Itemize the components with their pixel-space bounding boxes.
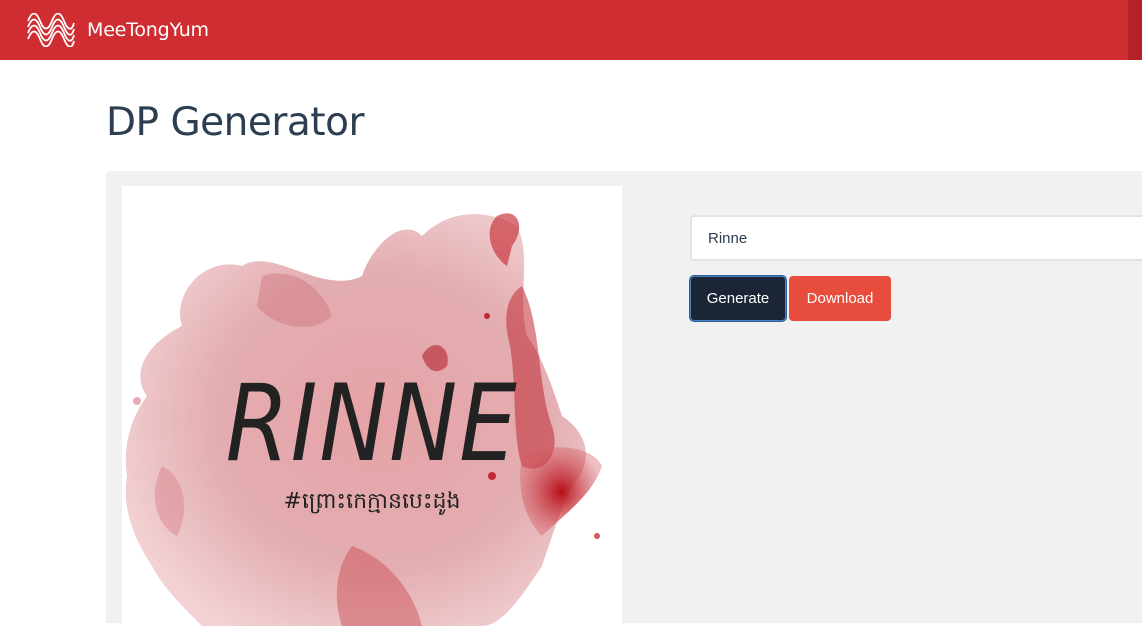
- dp-preview-image: RINNE #ព្រោះកេក្មានបេះដូង: [122, 186, 622, 626]
- name-input[interactable]: [690, 215, 1142, 261]
- dp-name-text: RINNE: [225, 362, 519, 485]
- scrollbar-edge: [1128, 0, 1142, 60]
- brand-name: MeeTongYum: [87, 19, 209, 41]
- brand-link[interactable]: MeeTongYum: [26, 13, 209, 47]
- generator-panel: RINNE #ព្រោះកេក្មានបេះដូង Generate Downl…: [106, 171, 1142, 626]
- navbar: MeeTongYum: [0, 0, 1128, 60]
- page-title: DP Generator: [106, 100, 365, 145]
- dp-tagline: #ព្រោះកេក្មានបេះដូង: [283, 489, 461, 514]
- download-button[interactable]: Download: [789, 276, 891, 321]
- generate-button[interactable]: Generate: [690, 276, 786, 321]
- waveform-logo-icon: [27, 13, 75, 47]
